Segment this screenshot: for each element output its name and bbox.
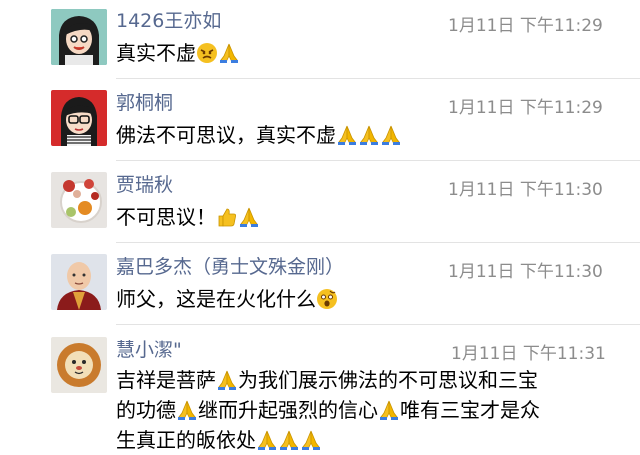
praying-hands-emoji-icon (256, 429, 278, 451)
praying-hands-emoji-icon (238, 206, 260, 228)
praying-hands-emoji-icon (336, 124, 358, 146)
message-text-segment: 佛法不可思议，真实不虚 (116, 123, 336, 147)
message-line: 生真正的皈依处 (116, 425, 540, 455)
message-text-segment: 为我们展示佛法的不可思议和三宝 (238, 368, 538, 392)
avatar[interactable] (51, 9, 107, 65)
message-text: 吉祥是菩萨 为我们展示佛法的不可思议和三宝 的功德 继而升起强烈的信心 唯有三宝才是众… (116, 365, 540, 455)
message-text-segment: 继而升起强烈的信心 (198, 398, 378, 422)
message-text: 不可思议！ (116, 202, 260, 232)
avatar[interactable] (51, 254, 107, 310)
chat-message: 1426王亦如 1月11日 下午11:29 真实不虚 (0, 0, 640, 79)
message-text-segment: 生真正的皈依处 (116, 428, 256, 452)
message-text: 佛法不可思议，真实不虚 (116, 120, 402, 150)
message-text-segment: 唯有三宝才是众 (400, 398, 540, 422)
praying-hands-emoji-icon (378, 399, 400, 421)
message-text-segment: 的功德 (116, 398, 176, 422)
sender-name[interactable]: 1426王亦如 (116, 6, 221, 33)
message-text-segment: 真实不虚 (116, 41, 196, 65)
message-text-segment: 吉祥是菩萨 (116, 368, 216, 392)
message-timestamp: 1月11日 下午11:30 (448, 262, 603, 282)
sender-name[interactable]: 嘉巴多杰（勇士文殊金刚） (116, 252, 344, 279)
praying-hands-emoji-icon (278, 429, 300, 451)
message-text: 真实不虚 (116, 38, 240, 68)
sender-name[interactable]: 贾瑞秋 (116, 170, 173, 197)
message-text: 师父，这是在火化什么 (116, 284, 338, 314)
message-text-segment: 不可思议！ (116, 205, 216, 229)
message-text-segment: 师父，这是在火化什么 (116, 287, 316, 311)
sender-name[interactable]: 慧小潔" (116, 335, 182, 362)
message-line: 的功德 继而升起强烈的信心 唯有三宝才是众 (116, 395, 540, 425)
avatar[interactable] (51, 337, 107, 393)
message-line: 吉祥是菩萨 为我们展示佛法的不可思议和三宝 (116, 365, 540, 395)
praying-hands-emoji-icon (218, 42, 240, 64)
avatar[interactable] (51, 90, 107, 146)
praying-hands-emoji-icon (176, 399, 198, 421)
message-timestamp: 1月11日 下午11:31 (451, 344, 606, 364)
chat-message: 郭桐桐 1月11日 下午11:29 佛法不可思议，真实不虚 (0, 79, 640, 161)
chat-message: 贾瑞秋 1月11日 下午11:30 不可思议！ (0, 161, 640, 243)
praying-hands-emoji-icon (380, 124, 402, 146)
praying-hands-emoji-icon (358, 124, 380, 146)
praying-hands-emoji-icon (216, 369, 238, 391)
angry-face-emoji-icon (196, 42, 218, 64)
message-timestamp: 1月11日 下午11:30 (448, 180, 603, 200)
message-timestamp: 1月11日 下午11:29 (448, 16, 603, 36)
message-timestamp: 1月11日 下午11:29 (448, 98, 603, 118)
shocked-face-emoji-icon (316, 288, 338, 310)
praying-hands-emoji-icon (300, 429, 322, 451)
avatar[interactable] (51, 172, 107, 228)
chat-message-list: 1426王亦如 1月11日 下午11:29 真实不虚 郭桐桐 1月11日 下午1… (0, 0, 640, 452)
thumbs-up-emoji-icon (216, 206, 238, 228)
sender-name[interactable]: 郭桐桐 (116, 88, 173, 115)
chat-message: 嘉巴多杰（勇士文殊金刚） 1月11日 下午11:30 师父，这是在火化什么 (0, 243, 640, 325)
chat-message: 慧小潔" 1月11日 下午11:31 吉祥是菩萨 为我们展示佛法的不可思议和三宝 … (0, 325, 640, 452)
